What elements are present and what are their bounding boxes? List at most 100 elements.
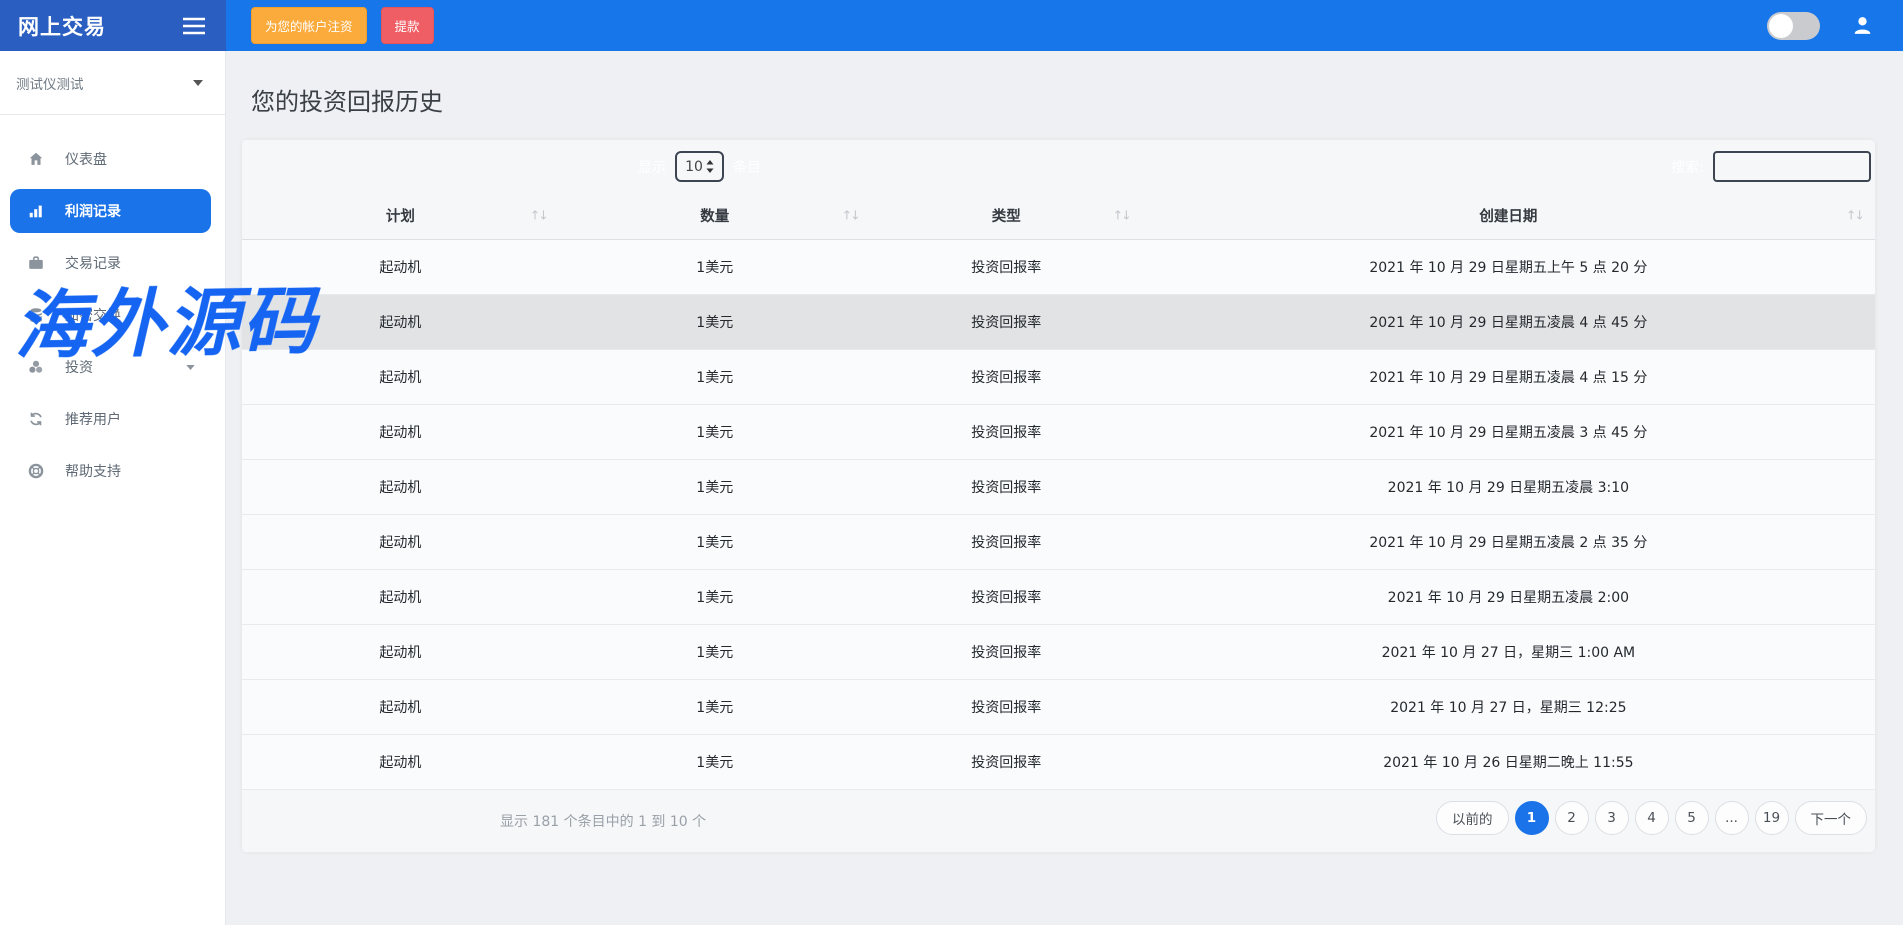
page-button-1[interactable]: 1 xyxy=(1515,801,1549,835)
fund-account-button[interactable]: 为您的帐户注资 xyxy=(251,7,367,44)
recycle-icon xyxy=(26,410,46,428)
coins-cluster-icon xyxy=(26,358,46,376)
withdraw-button[interactable]: 提款 xyxy=(381,7,434,44)
cell-plan: 起动机 xyxy=(242,514,559,569)
cell-date: 2021 年 10 月 29 日星期五凌晨 4 点 15 分 xyxy=(1142,349,1875,404)
cell-amount: 1美元 xyxy=(559,239,871,294)
column-label: 类型 xyxy=(992,209,1021,225)
sort-icon: ↑↓ xyxy=(1846,208,1863,223)
page-button-5[interactable]: 5 xyxy=(1675,801,1709,835)
sidebar-item-trade-records[interactable]: 交易记录 xyxy=(0,241,225,285)
sidebar-item-profit-records[interactable]: 利润记录 xyxy=(10,189,211,233)
cell-amount: 1美元 xyxy=(559,404,871,459)
sidebar: 测试仪测试 仪表盘利润记录交易记录加密交换投资推荐用户帮助支持 xyxy=(0,51,226,925)
sidebar-menu: 仪表盘利润记录交易记录加密交换投资推荐用户帮助支持 xyxy=(0,137,225,493)
search-label: 搜索: xyxy=(1671,157,1704,177)
cell-amount: 1美元 xyxy=(559,624,871,679)
toggle-knob xyxy=(1769,14,1793,38)
cell-date: 2021 年 10 月 26 日星期二晚上 11:55 xyxy=(1142,734,1875,789)
sidebar-item-crypto-exchange[interactable]: 加密交换 xyxy=(0,293,225,337)
cell-date: 2021 年 10 月 29 日星期五凌晨 3:10 xyxy=(1142,459,1875,514)
cell-amount: 1美元 xyxy=(559,459,871,514)
column-header-2[interactable]: 数量↑↓ xyxy=(559,192,871,239)
cell-type: 投资回报率 xyxy=(871,734,1142,789)
pagination: 以前的12345...19下一个 xyxy=(1436,801,1867,835)
table-row: 起动机1美元投资回报率2021 年 10 月 26 日星期二晚上 11:55 xyxy=(242,734,1875,789)
account-selector[interactable]: 测试仪测试 xyxy=(0,51,225,115)
sidebar-item-label: 仪表盘 xyxy=(65,149,107,169)
app-title: 网上交易 xyxy=(18,11,106,41)
table-row: 起动机1美元投资回报率2021 年 10 月 29 日星期五凌晨 2 点 35 … xyxy=(242,514,1875,569)
ellipsis-page-button[interactable]: ... xyxy=(1715,801,1749,835)
table-row: 起动机1美元投资回报率2021 年 10 月 29 日星期五凌晨 3:10 xyxy=(242,459,1875,514)
length-label-before: 显示 xyxy=(638,157,666,177)
sidebar-item-invest[interactable]: 投资 xyxy=(0,345,225,389)
table-row: 起动机1美元投资回报率2021 年 10 月 27 日，星期三 1:00 AM xyxy=(242,624,1875,679)
column-header-1[interactable]: 计划↑↓ xyxy=(242,192,559,239)
cell-type: 投资回报率 xyxy=(871,294,1142,349)
search-control: 搜索: xyxy=(1671,151,1871,182)
column-label: 创建日期 xyxy=(1479,209,1537,225)
cell-amount: 1美元 xyxy=(559,569,871,624)
cell-amount: 1美元 xyxy=(559,734,871,789)
page-length-select[interactable]: 10 xyxy=(675,151,724,182)
cell-plan: 起动机 xyxy=(242,294,559,349)
column-header-4[interactable]: 创建日期 ↑↓ xyxy=(1142,192,1875,239)
bar-chart-icon xyxy=(26,202,46,220)
sidebar-item-referral-users[interactable]: 推荐用户 xyxy=(0,397,225,441)
select-arrows-icon xyxy=(706,160,714,173)
table-row: 起动机1美元投资回报率2021 年 10 月 29 日星期五上午 5 点 20 … xyxy=(242,239,1875,294)
cell-plan: 起动机 xyxy=(242,679,559,734)
brand: 网上交易 xyxy=(0,0,226,51)
cell-type: 投资回报率 xyxy=(871,679,1142,734)
table-row: 起动机1美元投资回报率2021 年 10 月 27 日，星期三 12:25 xyxy=(242,679,1875,734)
cell-type: 投资回报率 xyxy=(871,624,1142,679)
next-page-button[interactable]: 下一个 xyxy=(1795,801,1868,835)
cell-type: 投资回报率 xyxy=(871,569,1142,624)
briefcase-icon xyxy=(26,254,46,272)
cell-type: 投资回报率 xyxy=(871,459,1142,514)
page-button-19[interactable]: 19 xyxy=(1755,801,1789,835)
coin-stack-icon xyxy=(26,306,46,324)
search-input[interactable] xyxy=(1713,151,1871,182)
column-label: 计划 xyxy=(386,209,415,225)
table-header-row: 计划↑↓数量↑↓ 类型 ↑↓ 创建日期 ↑↓ xyxy=(242,192,1875,239)
cell-plan: 起动机 xyxy=(242,459,559,514)
length-label-after: 条目 xyxy=(733,157,761,177)
cell-date: 2021 年 10 月 27 日，星期三 1:00 AM xyxy=(1142,624,1875,679)
sort-icon: ↑↓ xyxy=(1113,208,1130,223)
cell-date: 2021 年 10 月 29 日星期五凌晨 4 点 45 分 xyxy=(1142,294,1875,349)
sidebar-item-help-support[interactable]: 帮助支持 xyxy=(0,449,225,493)
hamburger-icon[interactable] xyxy=(182,17,206,35)
page-button-2[interactable]: 2 xyxy=(1555,801,1589,835)
table-row: 起动机1美元投资回报率2021 年 10 月 29 日星期五凌晨 3 点 45 … xyxy=(242,404,1875,459)
page-button-3[interactable]: 3 xyxy=(1595,801,1629,835)
history-table: 计划↑↓数量↑↓类型↑↓创建日期↑↓ 起动机1美元投资回报率2021 年 10 … xyxy=(242,192,1875,790)
cell-plan: 起动机 xyxy=(242,404,559,459)
cell-type: 投资回报率 xyxy=(871,404,1142,459)
cell-amount: 1美元 xyxy=(559,679,871,734)
cell-amount: 1美元 xyxy=(559,349,871,404)
sidebar-item-label: 交易记录 xyxy=(65,253,121,273)
cell-plan: 起动机 xyxy=(242,569,559,624)
sidebar-item-dashboard[interactable]: 仪表盘 xyxy=(0,137,225,181)
top-navbar: 网上交易 为您的帐户注资 提款 xyxy=(0,0,1903,51)
chevron-down-icon xyxy=(193,80,203,86)
account-label: 测试仪测试 xyxy=(16,73,84,93)
cell-type: 投资回报率 xyxy=(871,349,1142,404)
table-info: 显示 181 个条目中的 1 到 10 个 xyxy=(500,811,706,831)
sidebar-item-label: 帮助支持 xyxy=(65,461,121,481)
cell-type: 投资回报率 xyxy=(871,239,1142,294)
chevron-down-icon xyxy=(186,365,195,370)
cell-amount: 1美元 xyxy=(559,514,871,569)
page-button-4[interactable]: 4 xyxy=(1635,801,1669,835)
table-row: 起动机1美元投资回报率2021 年 10 月 29 日星期五凌晨 4 点 15 … xyxy=(242,349,1875,404)
home-icon xyxy=(26,150,46,168)
previous-page-button[interactable]: 以前的 xyxy=(1436,801,1509,835)
theme-toggle[interactable] xyxy=(1767,12,1820,40)
cell-plan: 起动机 xyxy=(242,239,559,294)
sidebar-item-label: 投资 xyxy=(65,357,93,377)
column-header-3[interactable]: 类型 ↑↓ xyxy=(871,192,1142,239)
user-icon[interactable] xyxy=(1850,13,1875,38)
cell-date: 2021 年 10 月 29 日星期五上午 5 点 20 分 xyxy=(1142,239,1875,294)
